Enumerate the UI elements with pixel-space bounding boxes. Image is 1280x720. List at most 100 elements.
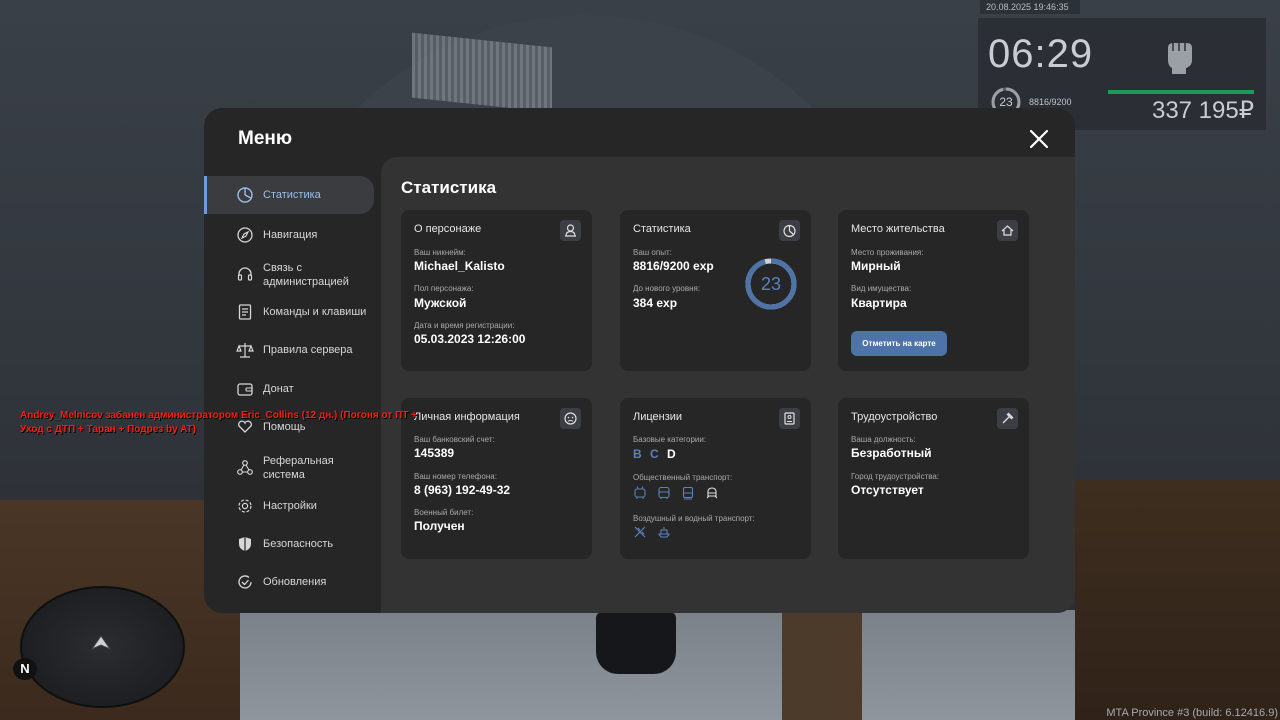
- sidebar-item-referral[interactable]: Реферальная система: [204, 453, 374, 483]
- pie-chart-icon: [779, 220, 800, 241]
- tram-icon: [682, 486, 694, 500]
- sidebar-item-settings[interactable]: Настройки: [204, 494, 374, 518]
- sidebar-item-statistics[interactable]: Статистика: [204, 176, 374, 214]
- sidebar-item-label: Обновления: [263, 576, 327, 588]
- player-character: [596, 612, 676, 674]
- public-transport-label: Общественный транспорт:: [633, 473, 733, 482]
- position-value: Безработный: [851, 446, 932, 460]
- card-character: О персонаже Ваш никнейм: Michael_Kalisto…: [401, 210, 592, 371]
- card-title: Место жительства: [851, 223, 945, 235]
- headset-icon: [237, 267, 253, 281]
- menu-window: Меню Статистика Навигация Связь садминис…: [204, 108, 1075, 613]
- employment-city-label: Город трудоустройства:: [851, 472, 940, 481]
- registration-label: Дата и время регистрации:: [414, 321, 515, 330]
- card-title: Трудоустройство: [851, 411, 938, 423]
- residence-place-value: Мирный: [851, 259, 901, 273]
- military-id-label: Военный билет:: [414, 508, 474, 517]
- card-title: О персонаже: [414, 223, 482, 235]
- air-water-transport-label: Воздушный и водный транспорт:: [633, 514, 755, 523]
- document-icon: [238, 304, 252, 320]
- content-title: Статистика: [401, 178, 497, 197]
- refresh-check-icon: [238, 575, 252, 589]
- scene-floor-right: [1075, 480, 1280, 720]
- user-icon: [560, 220, 581, 241]
- card-title: Лицензии: [633, 411, 683, 423]
- sidebar-item-label: Команды и клавиши: [263, 306, 367, 318]
- nickname-value: Michael_Kalisto: [414, 259, 505, 273]
- sidebar-item-admin-contact[interactable]: Связь с администрацией: [204, 260, 374, 290]
- menu-title: Меню: [238, 128, 293, 149]
- hud-clock: 06:29: [988, 32, 1094, 76]
- hud-datetime: 20.08.2025 19:46:35: [980, 0, 1080, 14]
- license-category-c: C: [650, 447, 659, 461]
- chat-line: Уход с ДТП + Таран + Подрез by AT): [20, 424, 196, 435]
- card-personal-info: Личная информация Ваш банковский счет: 1…: [401, 398, 592, 559]
- card-title: Личная информация: [414, 411, 520, 423]
- sidebar-item-label: Правила сервера: [263, 344, 353, 356]
- position-label: Ваша должность:: [851, 435, 916, 444]
- build-version: MTA Province #3 (build: 6.12416.9): [1106, 707, 1278, 719]
- shield-icon: [239, 537, 251, 551]
- bank-account-value: 145389: [414, 446, 455, 460]
- chat-box: Andrey_Melnicov забанен администратором …: [20, 409, 417, 437]
- fist-icon: [1168, 43, 1192, 74]
- exp-label: Ваш опыт:: [633, 248, 672, 257]
- bank-account-label: Ваш банковский счет:: [414, 435, 495, 444]
- sidebar-item-label: Навигация: [263, 229, 318, 241]
- content-panel: Статистика О персонаже Ваш никнейм: Mich…: [381, 157, 1075, 613]
- sidebar-item-updates[interactable]: Обновления: [204, 570, 374, 594]
- card-licenses: Лицензии Базовые категории: B C D Общест…: [620, 398, 811, 559]
- gear-icon: [238, 499, 252, 513]
- close-icon[interactable]: [1026, 126, 1052, 152]
- card-residence: Место жительства Место проживания: Мирны…: [838, 210, 1029, 371]
- sidebar-item-donate[interactable]: Донат: [204, 377, 374, 401]
- boat-icon: [657, 527, 671, 538]
- hud-health-bar: [1108, 90, 1254, 94]
- stats-icon: [237, 187, 253, 203]
- home-icon: [997, 220, 1018, 241]
- scales-icon: [236, 343, 254, 358]
- chat-line: Andrey_Melnicov забанен администратором …: [20, 410, 417, 421]
- compass-icon: [237, 227, 253, 243]
- phone-label: Ваш номер телефона:: [414, 472, 497, 481]
- sidebar-item-rules[interactable]: Правила сервера: [204, 338, 374, 362]
- military-id-value: Получен: [414, 519, 465, 533]
- next-level-value: 384 exp: [633, 296, 678, 310]
- residence-place-label: Место проживания:: [851, 248, 924, 257]
- card-title: Статистика: [633, 223, 691, 235]
- hud-money: 337 195₽: [1151, 97, 1254, 124]
- license-category-d: D: [667, 447, 676, 461]
- sidebar-item-label: Настройки: [263, 500, 317, 512]
- trolleybus-icon: [634, 486, 646, 499]
- hammer-icon: [997, 408, 1018, 429]
- airplane-icon: [634, 526, 646, 538]
- mark-on-map-button[interactable]: Отметить на карте: [851, 331, 947, 356]
- level-number: 23: [760, 274, 782, 294]
- hud-exp: 8816/9200: [1029, 97, 1072, 107]
- sidebar-item-label: Связь с администрацией: [263, 262, 349, 288]
- train-icon: [706, 487, 718, 499]
- nickname-label: Ваш никнейм:: [414, 248, 466, 257]
- network-icon: [237, 460, 253, 475]
- sidebar-item-label: Статистика: [263, 189, 321, 201]
- sidebar-item-label: Безопасность: [263, 538, 334, 550]
- exp-value: 8816/9200 exp: [633, 259, 714, 273]
- phone-value: 8 (963) 192-49-32: [414, 483, 511, 497]
- bus-icon: [658, 486, 670, 499]
- next-level-label: До нового уровня:: [633, 284, 701, 293]
- registration-value: 05.03.2023 12:26:00: [414, 332, 526, 346]
- gender-value: Мужской: [414, 296, 467, 310]
- card-employment: Трудоустройство Ваша должность: Безработ…: [838, 398, 1029, 559]
- wallet-icon: [237, 383, 253, 396]
- player-arrow-icon: [90, 635, 112, 651]
- base-categories-label: Базовые категории:: [633, 435, 707, 444]
- gender-label: Пол персонажа:: [414, 284, 474, 293]
- sidebar-item-security[interactable]: Безопасность: [204, 532, 374, 556]
- sidebar-item-label: Реферальная система: [263, 455, 334, 481]
- sidebar-item-commands[interactable]: Команды и клавиши: [204, 300, 374, 324]
- sidebar-item-navigation[interactable]: Навигация: [204, 223, 374, 247]
- card-stats: Статистика Ваш опыт: 8816/9200 exp До но…: [620, 210, 811, 371]
- employment-city-value: Отсутствует: [851, 483, 924, 497]
- property-type-label: Вид имущества:: [851, 284, 912, 293]
- north-indicator: N: [13, 658, 37, 680]
